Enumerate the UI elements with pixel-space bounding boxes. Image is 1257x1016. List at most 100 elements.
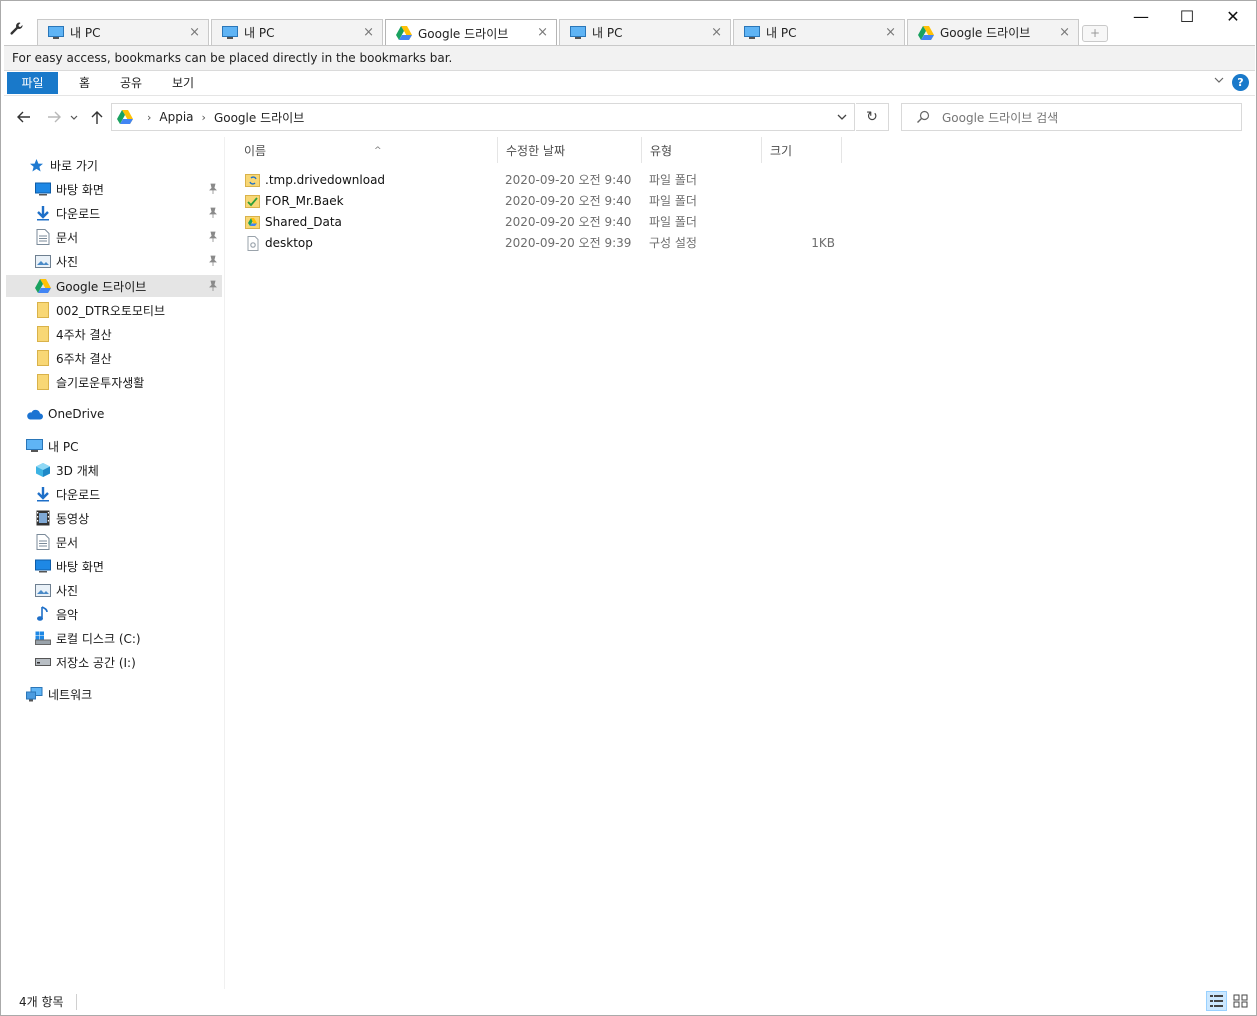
breadcrumb-appia[interactable]: Appia xyxy=(159,110,193,124)
nav-item-pc-downloads[interactable]: 다운로드 xyxy=(34,483,222,505)
file-name: FOR_Mr.Baek xyxy=(265,194,344,208)
ribbon-tab-home[interactable]: 홈 xyxy=(69,72,100,94)
nav-label: OneDrive xyxy=(48,407,105,421)
wrench-icon[interactable] xyxy=(9,21,25,37)
close-window-button[interactable]: ✕ xyxy=(1210,5,1256,29)
pin-icon[interactable] xyxy=(208,207,218,219)
column-header-name[interactable]: 이름 ^ xyxy=(236,137,498,163)
file-date: 2020-09-20 오전 9:40 xyxy=(505,194,632,208)
nav-this-pc[interactable]: 내 PC xyxy=(26,435,220,457)
nav-item-pictures[interactable]: 사진 xyxy=(34,250,222,272)
nav-quick-access[interactable]: 바로 가기 xyxy=(28,154,218,176)
file-row[interactable]: desktop 2020-09-20 오전 9:39 구성 설정 1KB xyxy=(241,233,846,254)
chevron-down-icon[interactable] xyxy=(1213,74,1225,86)
up-arrow-icon[interactable] xyxy=(87,107,107,127)
pin-icon[interactable] xyxy=(208,231,218,243)
file-name: desktop xyxy=(265,236,313,250)
tab-my-pc-3[interactable]: 내 PC × xyxy=(559,19,731,45)
tab-my-pc-1[interactable]: 내 PC × xyxy=(37,19,209,45)
nav-item-pc-desktop[interactable]: 바탕 화면 xyxy=(34,555,222,577)
file-row[interactable]: .tmp.drivedownload 2020-09-20 오전 9:40 파일… xyxy=(241,170,846,191)
tab-my-pc-2[interactable]: 내 PC × xyxy=(211,19,383,45)
nav-item-folder-investing[interactable]: 슬기로운투자생활 xyxy=(34,371,222,393)
pc-icon xyxy=(222,25,238,39)
nav-item-pc-documents[interactable]: 문서 xyxy=(34,531,222,553)
ribbon-tab-view[interactable]: 보기 xyxy=(162,72,204,94)
ribbon-tab-file[interactable]: 파일 xyxy=(7,72,58,94)
nav-item-folder-week6[interactable]: 6주차 결산 xyxy=(34,347,222,369)
details-view-button[interactable] xyxy=(1206,991,1227,1011)
refresh-button[interactable]: ↻ xyxy=(856,103,889,131)
file-date: 2020-09-20 오전 9:40 xyxy=(505,215,632,229)
tab-title: 내 PC xyxy=(592,26,623,40)
nav-onedrive[interactable]: OneDrive xyxy=(26,403,220,425)
back-arrow-icon[interactable] xyxy=(14,107,34,127)
breadcrumb-separator-icon[interactable]: › xyxy=(202,111,206,124)
large-icons-view-button[interactable] xyxy=(1230,991,1251,1011)
nav-item-folder-week4[interactable]: 4주차 결산 xyxy=(34,323,222,345)
column-header-type[interactable]: 유형 xyxy=(642,137,762,163)
maximize-button[interactable]: ☐ xyxy=(1164,5,1210,29)
nav-item-local-disk-c[interactable]: 로컬 디스크 (C:) xyxy=(34,627,222,649)
document-icon xyxy=(34,229,51,246)
file-row[interactable]: Shared_Data 2020-09-20 오전 9:40 파일 폴더 xyxy=(241,212,846,233)
close-icon[interactable]: × xyxy=(537,25,548,40)
file-date: 2020-09-20 오전 9:39 xyxy=(505,236,632,250)
large-icons-view-icon xyxy=(1233,994,1248,1008)
new-tab-button[interactable]: + xyxy=(1082,25,1108,42)
nav-label: 바탕 화면 xyxy=(56,559,104,574)
close-icon[interactable]: × xyxy=(1059,25,1070,40)
nav-item-3d-objects[interactable]: 3D 개체 xyxy=(34,459,222,481)
close-icon[interactable]: × xyxy=(363,25,374,40)
folder-icon xyxy=(34,350,51,367)
pin-icon[interactable] xyxy=(208,280,218,292)
nav-item-pc-pictures[interactable]: 사진 xyxy=(34,579,222,601)
download-icon xyxy=(34,205,51,222)
nav-item-documents[interactable]: 문서 xyxy=(34,226,222,248)
help-button[interactable]: ? xyxy=(1232,74,1249,91)
nav-label: 3D 개체 xyxy=(56,463,99,478)
close-icon[interactable]: × xyxy=(189,25,200,40)
column-header-size[interactable]: 크기 xyxy=(762,137,842,163)
folder-icon xyxy=(34,326,51,343)
details-view-icon xyxy=(1210,995,1223,1007)
recent-locations-chevron-icon[interactable] xyxy=(68,107,80,127)
column-header-date[interactable]: 수정한 날짜 xyxy=(498,137,642,163)
google-drive-icon xyxy=(117,110,133,124)
forward-arrow-icon[interactable] xyxy=(44,107,64,127)
nav-label: 6주차 결산 xyxy=(56,351,112,366)
nav-label: 내 PC xyxy=(48,439,79,454)
tab-google-drive-active[interactable]: Google 드라이브 × xyxy=(385,19,557,46)
download-icon xyxy=(34,486,51,503)
sort-ascending-icon: ^ xyxy=(374,146,382,156)
close-icon[interactable]: × xyxy=(885,25,896,40)
address-dropdown-icon[interactable] xyxy=(836,110,848,124)
nav-label: 네트워크 xyxy=(48,687,93,702)
nav-item-music[interactable]: 음악 xyxy=(34,603,222,625)
address-bar[interactable]: › Appia › Google 드라이브 xyxy=(111,103,855,131)
pin-icon[interactable] xyxy=(208,183,218,195)
breadcrumb-separator-icon[interactable]: › xyxy=(147,111,151,124)
nav-item-desktop[interactable]: 바탕 화면 xyxy=(34,178,222,200)
nav-item-downloads[interactable]: 다운로드 xyxy=(34,202,222,224)
nav-item-google-drive[interactable]: Google 드라이브 xyxy=(6,275,222,297)
google-drive-icon xyxy=(918,25,934,40)
minimize-button[interactable]: — xyxy=(1118,5,1164,29)
column-label: 이름 xyxy=(244,144,267,158)
nav-item-storage-i[interactable]: 저장소 공간 (I:) xyxy=(34,651,222,673)
tab-my-pc-4[interactable]: 내 PC × xyxy=(733,19,905,45)
ribbon-tab-share[interactable]: 공유 xyxy=(110,72,152,94)
search-box[interactable]: Google 드라이브 검색 xyxy=(901,103,1242,131)
file-row[interactable]: FOR_Mr.Baek 2020-09-20 오전 9:40 파일 폴더 xyxy=(241,191,846,212)
pin-icon[interactable] xyxy=(208,255,218,267)
google-drive-icon xyxy=(396,26,412,40)
nav-item-videos[interactable]: 동영상 xyxy=(34,507,222,529)
tab-strip: 내 PC × 내 PC × Google 드라이브 × 내 PC × 내 PC … xyxy=(1,1,1256,46)
tab-google-drive-2[interactable]: Google 드라이브 × xyxy=(907,19,1079,45)
nav-network[interactable]: 네트워크 xyxy=(26,683,220,705)
breadcrumb-google-drive[interactable]: Google 드라이브 xyxy=(214,109,304,126)
nav-label: 저장소 공간 (I:) xyxy=(56,655,136,670)
close-icon[interactable]: × xyxy=(711,25,722,40)
tab-title: Google 드라이브 xyxy=(418,26,509,41)
nav-item-folder-dtr[interactable]: 002_DTR오토모티브 xyxy=(34,299,222,321)
